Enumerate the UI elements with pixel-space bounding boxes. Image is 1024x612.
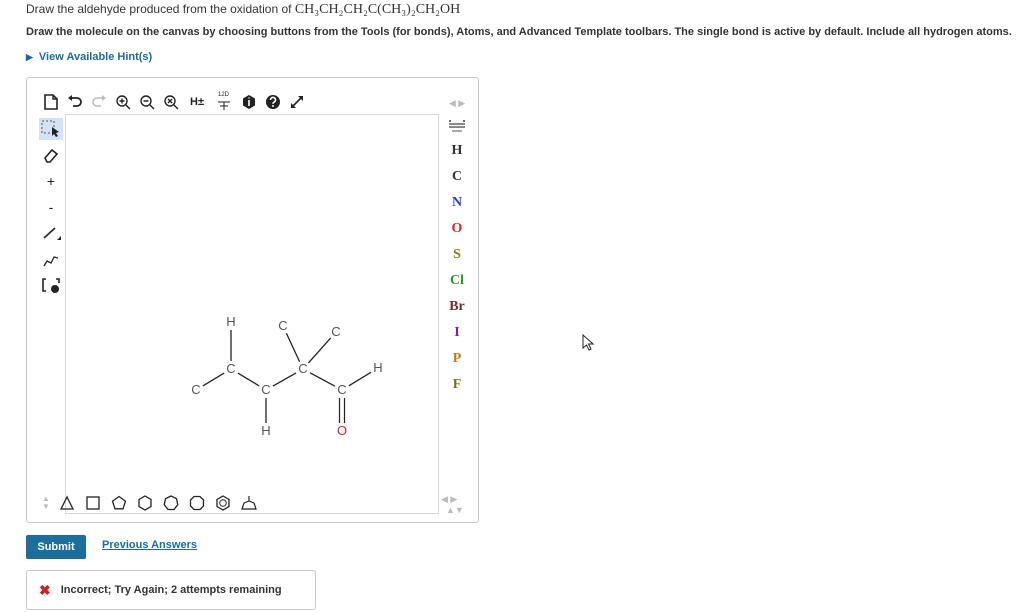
zoom-in-icon[interactable] bbox=[113, 92, 133, 112]
previous-answers-link[interactable]: Previous Answers bbox=[102, 539, 197, 551]
atom-button-cl[interactable]: Cl bbox=[439, 268, 475, 294]
hexagon-template-icon[interactable] bbox=[135, 493, 155, 513]
atom-label-h[interactable]: H bbox=[226, 314, 235, 329]
atom-label-c[interactable]: C bbox=[337, 382, 346, 397]
molecule-structure: C C H C H C C C C O H bbox=[191, 314, 382, 438]
top-toolbar: H± 12D bbox=[41, 92, 311, 112]
bond-line bbox=[348, 371, 372, 387]
left-toolbar: + - bbox=[39, 118, 65, 300]
incorrect-x-icon: ✖ bbox=[39, 581, 51, 598]
triangle-template-icon[interactable] bbox=[57, 493, 77, 513]
pentagon-template-icon[interactable] bbox=[109, 493, 129, 513]
atom-button-o[interactable]: O bbox=[439, 216, 475, 242]
atom-button-h[interactable]: H bbox=[439, 138, 475, 164]
bracket-tool-icon[interactable] bbox=[39, 274, 63, 296]
octagon-template-icon[interactable] bbox=[187, 493, 207, 513]
atom-list: H C N O S Cl Br I P F bbox=[439, 138, 475, 398]
atom-button-s[interactable]: S bbox=[439, 242, 475, 268]
submit-button[interactable]: Submit bbox=[26, 535, 86, 559]
view-hints-label: View Available Hint(s) bbox=[38, 51, 153, 63]
atom-button-i[interactable]: I bbox=[439, 320, 475, 346]
atom-label-c[interactable]: C bbox=[191, 382, 200, 397]
help-icon[interactable] bbox=[263, 92, 283, 112]
stereo-label-icon[interactable]: 12D bbox=[213, 92, 235, 112]
atom-button-c[interactable]: C bbox=[439, 164, 475, 190]
hydrogen-toggle-label: H± bbox=[190, 96, 204, 108]
eraser-icon[interactable] bbox=[39, 144, 63, 166]
bottom-right-scroll-arrows-icon[interactable]: ◀ ▶ ▲▼ bbox=[441, 494, 478, 515]
square-template-icon[interactable] bbox=[83, 493, 103, 513]
atom-button-n[interactable]: N bbox=[439, 190, 475, 216]
stereo-label-text: 12D bbox=[218, 92, 230, 98]
view-hints-link[interactable]: ▶ View Available Hint(s) bbox=[26, 51, 152, 63]
single-bond-icon[interactable] bbox=[39, 222, 63, 244]
zoom-out-icon[interactable] bbox=[137, 92, 157, 112]
atom-button-p[interactable]: P bbox=[439, 346, 475, 372]
benzene-template-icon[interactable] bbox=[213, 493, 233, 513]
atom-label-c[interactable]: C bbox=[261, 382, 270, 397]
hydrogen-toggle-icon[interactable]: H± bbox=[185, 92, 209, 112]
feedback-message: ✖ Incorrect; Try Again; 2 attempts remai… bbox=[26, 570, 316, 610]
atom-label-c[interactable]: C bbox=[278, 318, 287, 333]
question-formula: CH₃CH₂CH₂C(CH₃)₂CH₂OH bbox=[294, 2, 461, 17]
redo-icon[interactable] bbox=[89, 92, 109, 112]
atom-label-c[interactable]: C bbox=[298, 361, 307, 376]
bond-line bbox=[272, 372, 297, 387]
atom-button-br[interactable]: Br bbox=[439, 294, 475, 320]
positive-charge-label: + bbox=[46, 173, 56, 189]
negative-charge-label: - bbox=[48, 199, 54, 215]
atom-label-h[interactable]: H bbox=[261, 423, 270, 438]
zoom-reset-icon[interactable] bbox=[161, 92, 181, 112]
question-prompt: Draw the aldehyde produced from the oxid… bbox=[26, 2, 460, 18]
drawing-canvas[interactable]: C C H C H C C C C O H bbox=[65, 114, 439, 514]
mouse-pointer-icon bbox=[582, 333, 596, 357]
template-toolbar: ▲ ▼ bbox=[41, 492, 265, 514]
bond-line bbox=[237, 372, 260, 387]
negative-charge-icon[interactable]: - bbox=[39, 196, 63, 218]
custom-template-icon[interactable] bbox=[239, 493, 259, 513]
atom-label-c[interactable]: C bbox=[226, 361, 235, 376]
feedback-text: Incorrect; Try Again; 2 attempts remaini… bbox=[60, 584, 282, 596]
atoms-toolbar: ◀ ▶ H C N O S Cl Br I P F bbox=[439, 92, 475, 398]
periodic-table-icon[interactable] bbox=[439, 114, 475, 138]
chain-tool-icon[interactable] bbox=[39, 248, 63, 270]
question-prompt-text: Draw the aldehyde produced from the oxid… bbox=[26, 2, 292, 16]
bond-line bbox=[202, 372, 225, 387]
new-document-icon[interactable] bbox=[41, 92, 61, 112]
info-icon[interactable] bbox=[239, 92, 259, 112]
heptagon-template-icon[interactable] bbox=[161, 493, 181, 513]
fullscreen-icon[interactable] bbox=[287, 92, 307, 112]
expand-triangle-icon: ▶ bbox=[26, 52, 33, 62]
undo-icon[interactable] bbox=[65, 92, 85, 112]
atoms-scroll-arrows-icon[interactable]: ◀ ▶ bbox=[439, 92, 475, 114]
atom-button-f[interactable]: F bbox=[439, 372, 475, 398]
positive-charge-icon[interactable]: + bbox=[39, 170, 63, 192]
atom-label-c[interactable]: C bbox=[331, 324, 340, 339]
molecule-editor: H± 12D + - C C H C H C C C C O H ◀ ▶ H C… bbox=[26, 77, 479, 523]
bond-line bbox=[307, 337, 332, 364]
selection-tool-icon[interactable] bbox=[39, 118, 63, 140]
atom-label-o[interactable]: O bbox=[337, 423, 347, 438]
atom-label-h[interactable]: H bbox=[373, 360, 382, 375]
question-instructions: Draw the molecule on the canvas by choos… bbox=[26, 26, 1012, 38]
bond-line bbox=[285, 332, 301, 363]
template-scroll-arrows-icon[interactable]: ▲ ▼ bbox=[41, 493, 51, 513]
bond-line bbox=[309, 372, 336, 387]
